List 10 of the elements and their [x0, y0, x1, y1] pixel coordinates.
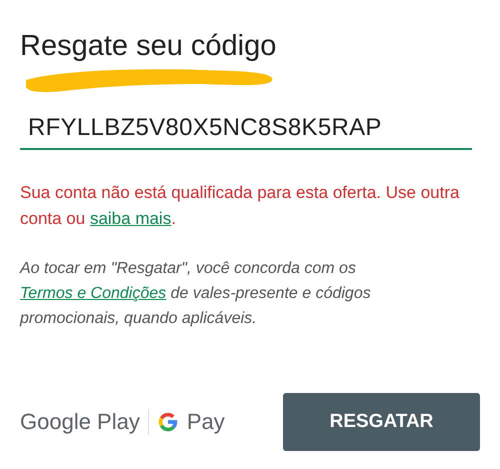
redeem-button[interactable]: RESGATAR: [283, 393, 480, 451]
page-title: Resgate seu código: [20, 29, 278, 64]
learn-more-link[interactable]: saiba mais: [90, 209, 172, 228]
error-message: Sua conta não está qualificada para esta oferta. Use outra conta ou saiba mais.: [20, 182, 460, 230]
terms-notice: Ao tocar em "Resgatar", você concorda com os Termos e Condições de vales-presente e códigos promocionais, quando aplicáveis.: [20, 259, 372, 329]
brand-name: Pay: [186, 409, 225, 435]
g-logo-icon: [156, 411, 179, 433]
brand-name: Google Play: [20, 409, 140, 435]
terms-link[interactable]: Termos e Condições: [20, 285, 166, 302]
code-input-field[interactable]: RFYLLBZ5V80X5NC8S8K5RAP: [20, 114, 472, 150]
